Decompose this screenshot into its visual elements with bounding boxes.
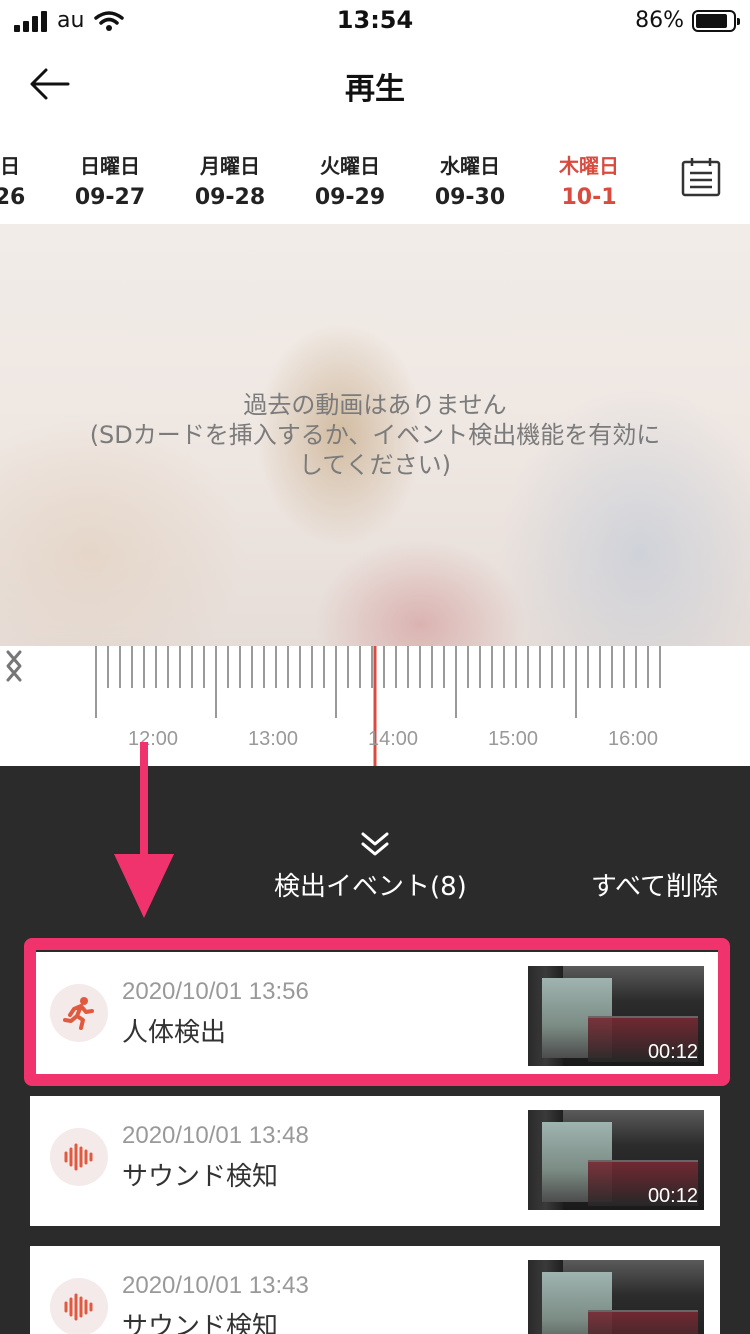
date-item-09-30[interactable]: 水曜日 09-30 bbox=[415, 150, 525, 210]
date-item-10-1[interactable]: 木曜日 10-1 bbox=[534, 150, 644, 210]
date-month-day: 09-30 bbox=[434, 185, 506, 210]
timeline-label-13: 13:00 bbox=[248, 728, 299, 750]
battery-percent: 86% bbox=[635, 8, 684, 33]
delete-all-button[interactable]: すべて削除 bbox=[591, 866, 718, 903]
page-title: 再生 bbox=[345, 72, 405, 107]
annotation-arrow bbox=[114, 742, 174, 918]
event-thumbnail[interactable] bbox=[528, 1260, 704, 1334]
no-video-message-line2: (SDカードを挿入するか、イベント検出機能を有効に bbox=[89, 421, 661, 449]
timeline-label-15: 15:00 bbox=[488, 728, 539, 750]
double-chevron-down-icon[interactable] bbox=[355, 830, 395, 860]
date-item-09-27[interactable]: 日曜日 09-27 bbox=[55, 150, 165, 210]
date-item-09-29[interactable]: 火曜日 09-29 bbox=[295, 150, 405, 210]
sound-wave-icon bbox=[64, 1293, 93, 1321]
event-timestamp: 2020/10/01 13:48 bbox=[122, 1122, 309, 1149]
event-item[interactable]: 2020/10/01 13:48 サウンド検知 00:12 bbox=[30, 1096, 720, 1226]
calendar-icon[interactable] bbox=[680, 156, 722, 198]
date-month-day: 09-29 bbox=[314, 185, 386, 210]
event-item[interactable]: 2020/10/01 13:43 サウンド検知 bbox=[30, 1246, 720, 1334]
date-day-of-week: 水曜日 bbox=[440, 154, 500, 178]
no-video-message-line1: 過去の動画はありません bbox=[243, 391, 507, 419]
event-icon-bg bbox=[50, 1278, 108, 1334]
event-type-label: サウンド検知 bbox=[122, 1312, 279, 1334]
event-thumbnail[interactable]: 00:12 bbox=[528, 1110, 704, 1210]
date-day-of-week: 月曜日 bbox=[200, 154, 260, 178]
date-day-of-week: 木曜日 bbox=[559, 154, 619, 178]
video-player[interactable]: 過去の動画はありません (SDカードを挿入するか、イベント検出機能を有効に して… bbox=[0, 224, 750, 646]
sound-wave-icon bbox=[64, 1143, 93, 1171]
event-timestamp: 2020/10/01 13:43 bbox=[122, 1272, 309, 1299]
status-right: 86% bbox=[635, 8, 740, 33]
date-day-of-week: 日曜日 bbox=[80, 154, 140, 178]
header: 再生 bbox=[0, 50, 750, 120]
events-title: 検出イベント(8) bbox=[274, 872, 467, 902]
battery-icon bbox=[692, 9, 740, 32]
date-month-day: 09-28 bbox=[194, 185, 266, 210]
battery-level-fill bbox=[696, 13, 727, 28]
highlight-box bbox=[24, 938, 730, 1086]
event-duration: 00:12 bbox=[647, 1185, 698, 1207]
date-strip[interactable]: 日 26 日曜日 09-27 月曜日 09-28 火曜日 09-29 水曜日 0… bbox=[0, 140, 750, 224]
event-type-label: サウンド検知 bbox=[122, 1162, 279, 1192]
status-bar: au 13:54 86% bbox=[0, 0, 750, 44]
timeline-label-14: 14:00 bbox=[368, 728, 419, 750]
date-month-day: 10-1 bbox=[561, 185, 617, 210]
date-month-day: 09-27 bbox=[74, 185, 146, 210]
no-video-message: 過去の動画はありません (SDカードを挿入するか、イベント検出機能を有効に して… bbox=[30, 390, 720, 480]
date-day-of-week: 火曜日 bbox=[320, 154, 380, 178]
chevron-right-icon[interactable] bbox=[0, 646, 28, 686]
no-video-message-line3: してください) bbox=[299, 451, 451, 479]
date-item-09-28[interactable]: 月曜日 09-28 bbox=[175, 150, 285, 210]
event-icon-bg bbox=[50, 1128, 108, 1186]
timeline-label-16: 16:00 bbox=[608, 728, 659, 750]
